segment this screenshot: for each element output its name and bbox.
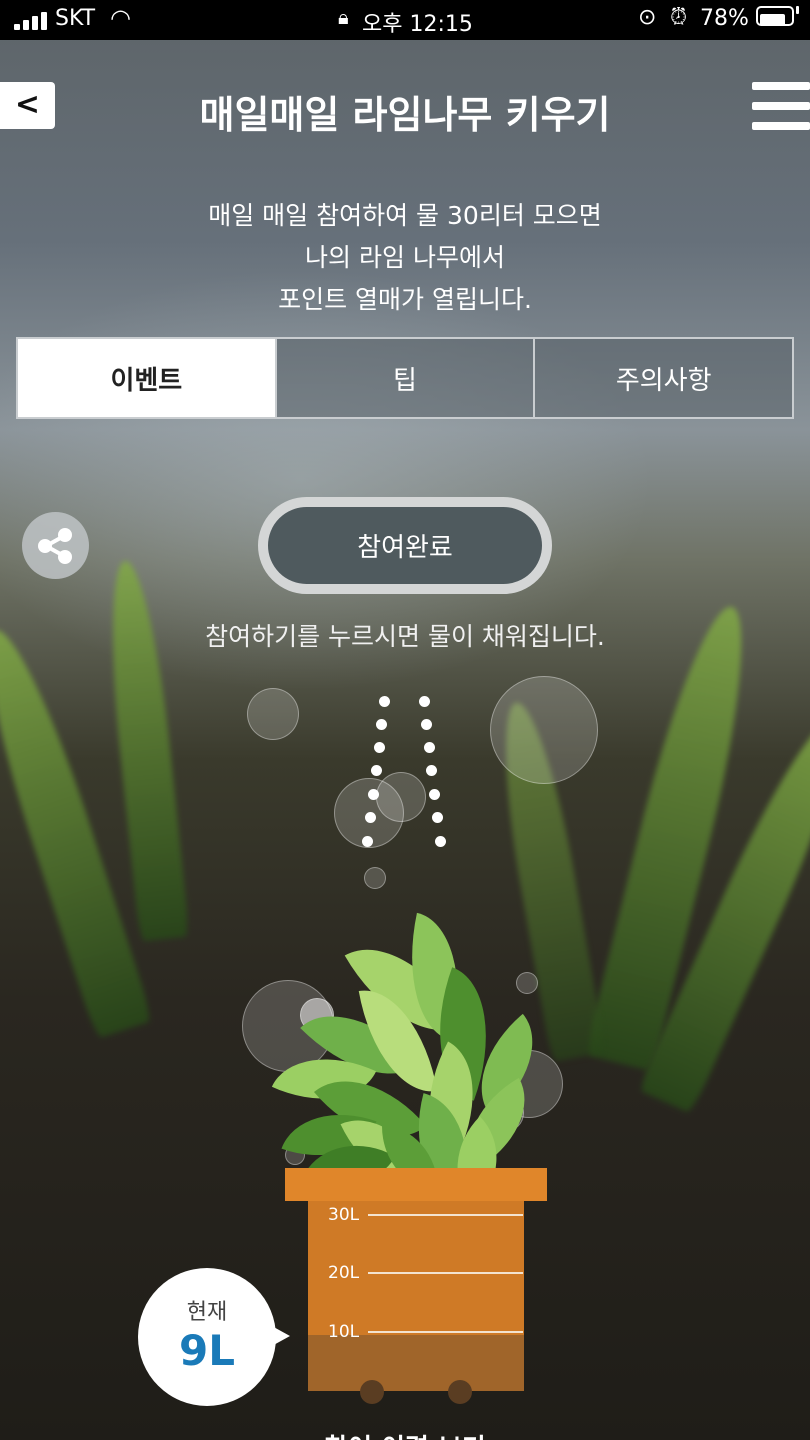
gauge-label-10: 10L bbox=[328, 1322, 360, 1342]
share-button[interactable] bbox=[22, 512, 89, 579]
pot-foot bbox=[448, 1380, 472, 1404]
water-drop bbox=[424, 742, 435, 753]
current-water-badge: 현재 9L bbox=[138, 1268, 276, 1406]
gauge-line bbox=[368, 1214, 523, 1216]
event-description: 매일 매일 참여하여 물 30리터 모으면 나의 라임 나무에서 포인트 열매가… bbox=[0, 195, 810, 321]
bubble bbox=[490, 676, 598, 784]
water-drop bbox=[379, 696, 390, 707]
current-label: 현재 bbox=[186, 1300, 228, 1325]
wifi-icon: ◠ bbox=[110, 4, 131, 32]
tab-notice[interactable]: 주의사항 bbox=[535, 339, 793, 417]
gauge-label-30: 30L bbox=[328, 1205, 360, 1225]
description-line: 나의 라임 나무에서 bbox=[305, 243, 505, 272]
pot-rim bbox=[285, 1168, 547, 1201]
status-bar: SKT ◠ 🔒︎ 오후 12:15 ⊙ ⏰︎ 78% bbox=[0, 0, 810, 40]
bubble bbox=[516, 972, 538, 994]
tab-event[interactable]: 이벤트 bbox=[18, 339, 277, 417]
water-level-fill bbox=[308, 1335, 524, 1391]
water-drop bbox=[426, 765, 437, 776]
signal-icon bbox=[14, 10, 48, 30]
menu-button[interactable] bbox=[752, 82, 810, 130]
hamburger-menu-icon bbox=[752, 82, 810, 90]
participate-button[interactable]: 참여완료 bbox=[258, 497, 552, 594]
current-value: 9L bbox=[179, 1326, 235, 1375]
status-time: 오후 12:15 bbox=[362, 12, 473, 37]
history-link[interactable]: 참여 이력 보기 bbox=[0, 1428, 810, 1440]
bubble bbox=[376, 772, 426, 822]
bubble bbox=[364, 867, 386, 889]
water-drop bbox=[435, 836, 446, 847]
battery-tip bbox=[796, 6, 799, 14]
rotation-lock-icon: ⊙ bbox=[638, 5, 657, 30]
participate-helper-text: 참여하기를 누르시면 물이 채워집니다. bbox=[205, 622, 605, 651]
gauge-label-20: 20L bbox=[328, 1263, 360, 1283]
gauge-line bbox=[368, 1272, 523, 1274]
water-drop bbox=[429, 789, 440, 800]
water-drop bbox=[421, 719, 432, 730]
battery-percent: 78% bbox=[700, 6, 749, 31]
description-line: 매일 매일 참여하여 물 30리터 모으면 bbox=[208, 201, 602, 230]
water-drop bbox=[368, 789, 379, 800]
carrier-label: SKT bbox=[55, 6, 96, 31]
tab-bar: 이벤트 팁 주의사항 bbox=[16, 337, 794, 419]
description-line: 포인트 열매가 열립니다. bbox=[278, 285, 532, 314]
water-drop bbox=[371, 765, 382, 776]
water-drop bbox=[419, 696, 430, 707]
water-drop bbox=[432, 812, 443, 823]
water-gauge-pot: 30L 20L 10L bbox=[308, 1201, 524, 1391]
water-drop bbox=[362, 836, 373, 847]
alarm-icon: ⏰︎ bbox=[670, 5, 688, 30]
pot-foot bbox=[360, 1380, 384, 1404]
lock-icon: 🔒︎ bbox=[338, 5, 349, 29]
battery-icon bbox=[756, 6, 794, 26]
bubble bbox=[247, 688, 299, 740]
water-drop bbox=[376, 719, 387, 730]
water-drop bbox=[374, 742, 385, 753]
gauge-line bbox=[368, 1331, 523, 1333]
tab-tips[interactable]: 팁 bbox=[276, 339, 536, 417]
page-title: 매일매일 라임나무 키우기 bbox=[199, 93, 611, 137]
share-icon bbox=[38, 528, 72, 564]
water-drop bbox=[365, 812, 376, 823]
